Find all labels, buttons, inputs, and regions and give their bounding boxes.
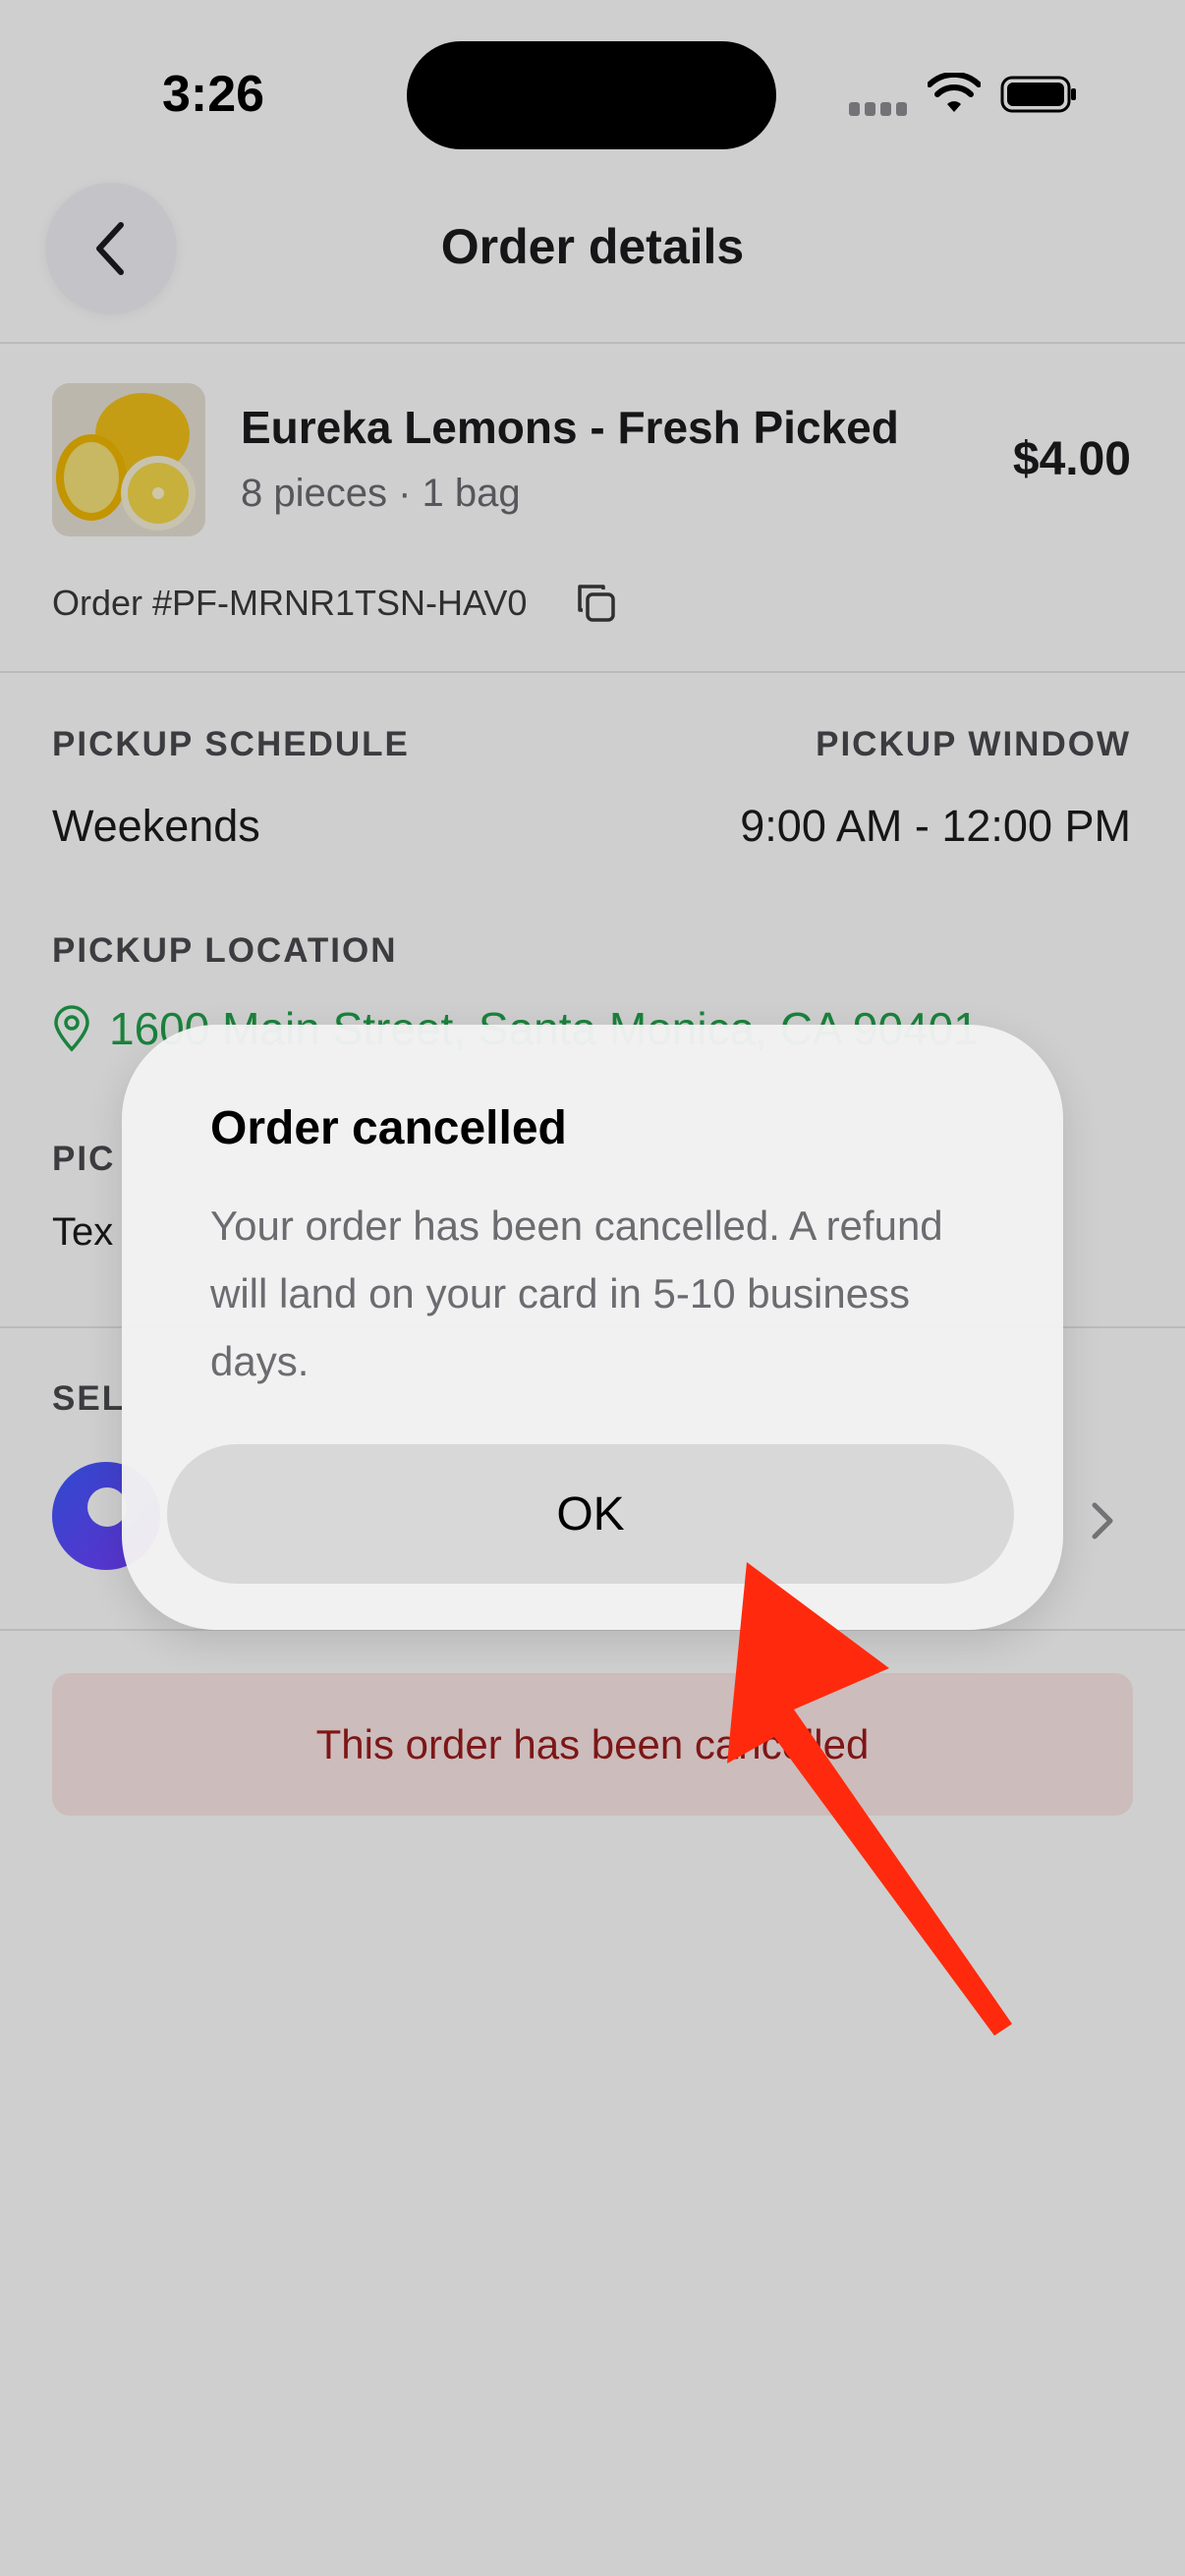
dialog-title: Order cancelled <box>210 1102 567 1154</box>
order-cancelled-dialog: Order cancelled Your order has been canc… <box>122 1025 1063 1630</box>
ok-button-label: OK <box>556 1487 625 1540</box>
annotation-arrow-icon <box>727 1562 1012 2036</box>
dialog-message: Your order has been cancelled. A refund … <box>210 1203 943 1384</box>
order-details-screen: 3:26 Order details Eureka Lemons - Fresh… <box>0 0 1185 2576</box>
